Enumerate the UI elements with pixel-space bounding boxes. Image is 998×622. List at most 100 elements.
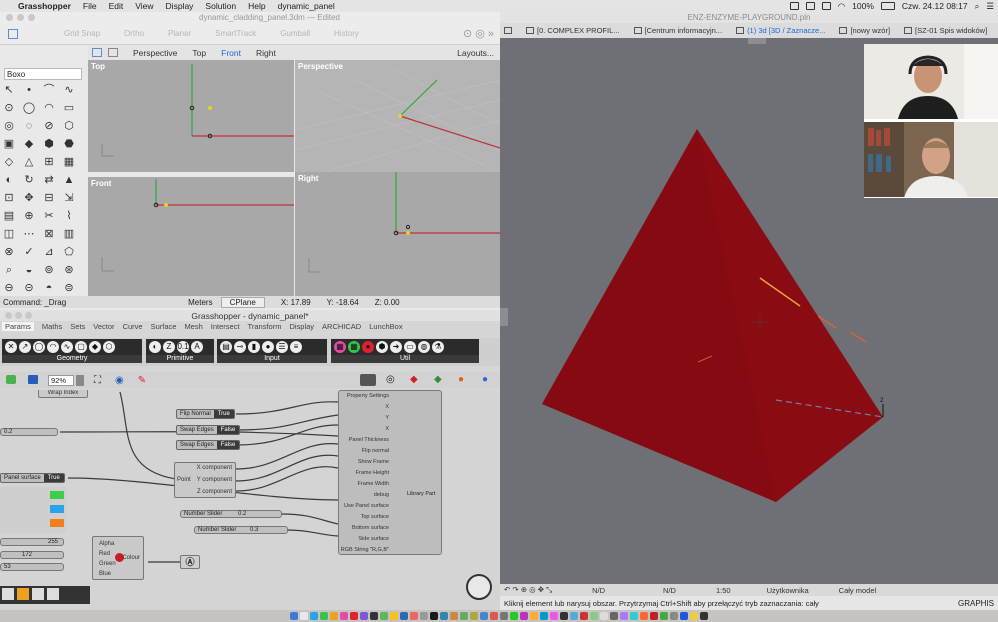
widget-icon-1[interactable] — [2, 588, 14, 600]
rhino-tool-icon-34[interactable]: ⋯ — [22, 228, 36, 240]
ortho-toggle[interactable]: Ortho — [124, 29, 144, 38]
menu-display[interactable]: Display — [166, 1, 194, 11]
nav-icons[interactable]: ↶ ↷ ⊕ ◎ ✥ ⤡ — [504, 585, 552, 595]
model-field[interactable]: Cały model — [839, 586, 877, 595]
toggle-flip-normal[interactable]: Flip Normal True — [176, 409, 235, 419]
rhino-tool-icon-7[interactable]: ◠ — [42, 102, 56, 114]
user-field[interactable]: Użytkownika — [767, 586, 809, 595]
rhino-tool-icon-29[interactable]: ▤ — [2, 210, 16, 222]
rhino-tool-icon-1[interactable]: ↖ — [2, 84, 16, 96]
colour-component[interactable]: Alpha Red Green Blue Colour — [92, 536, 144, 580]
wifi-icon[interactable]: ◠ — [838, 1, 845, 12]
component-input-15[interactable]: RGB String "R,G,B" — [341, 547, 389, 553]
menu-solution[interactable]: Solution — [205, 1, 236, 11]
wrap-component[interactable]: Wrap Index — [38, 390, 88, 398]
rhino-tool-icon-3[interactable]: ⌒ — [42, 84, 56, 96]
command-input[interactable]: Boxo — [4, 68, 82, 80]
units-label[interactable]: Meters — [188, 298, 212, 307]
sketch-icon[interactable]: ✎ — [138, 375, 146, 386]
dock-app-icon-24[interactable] — [520, 612, 528, 620]
library-part-output[interactable]: Library Part — [407, 491, 435, 497]
component-input-3[interactable]: Y — [385, 415, 389, 421]
dock-app-icon-6[interactable] — [340, 612, 348, 620]
component-input-14[interactable]: Side surface — [358, 536, 389, 542]
dock-app-icon-42[interactable] — [700, 612, 708, 620]
tab-sets[interactable]: Sets — [70, 322, 85, 331]
dock-app-icon-26[interactable] — [540, 612, 548, 620]
history-toggle[interactable]: History — [334, 29, 359, 38]
component-input-6[interactable]: Flip normal — [362, 448, 389, 454]
battery-icon[interactable] — [880, 2, 895, 10]
dock-app-icon-25[interactable] — [530, 612, 538, 620]
tab-top[interactable]: Top — [192, 48, 206, 58]
tab-centrum[interactable]: [Centrum informacyjn... — [633, 26, 722, 35]
dock-app-icon-27[interactable] — [550, 612, 558, 620]
rhino-tool-icon-20[interactable]: ▦ — [62, 156, 76, 168]
dock-app-icon-35[interactable] — [630, 612, 638, 620]
dock-app-icon-36[interactable] — [640, 612, 648, 620]
dock-app-icon-13[interactable] — [410, 612, 418, 620]
dock-app-icon-1[interactable] — [290, 612, 298, 620]
text-panel-icon[interactable]: Ⓐ — [180, 555, 200, 569]
gh-zoom-button[interactable] — [25, 312, 32, 319]
rhino-tool-icon-36[interactable]: ▥ — [62, 228, 76, 240]
navigation-wheel-icon[interactable] — [466, 574, 492, 600]
scroll-handle-left[interactable] — [500, 308, 508, 326]
shaded-preview-icon[interactable]: ◆ — [410, 374, 418, 385]
clock[interactable]: Czw. 24.12 08:17 — [902, 1, 968, 11]
dock-app-icon-12[interactable] — [400, 612, 408, 620]
minimize-window-button[interactable] — [17, 14, 24, 21]
panel-input-icon[interactable]: ▤ — [220, 341, 232, 353]
integer-param-icon[interactable]: Z — [163, 341, 175, 353]
component-input-10[interactable]: debug — [374, 492, 389, 498]
nd-field-1[interactable]: N/D — [592, 586, 605, 595]
rhino-tool-icon-21[interactable]: ◐ — [2, 174, 16, 186]
tab-archicad[interactable]: ARCHICAD — [322, 322, 361, 331]
slider-green[interactable]: 53 — [0, 563, 64, 571]
slider-input-icon[interactable]: ⊸ — [234, 341, 246, 353]
dock-app-icon-40[interactable] — [680, 612, 688, 620]
rhino-tool-icon-6[interactable]: ◯ — [22, 102, 36, 114]
rhino-tool-icon-46[interactable]: ⊝ — [22, 282, 36, 294]
rhino-tool-icon-25[interactable]: ⊡ — [2, 192, 16, 204]
dropbox-icon[interactable] — [789, 2, 799, 10]
rhino-tool-icon-39[interactable]: ⊿ — [42, 246, 56, 258]
dock-app-icon-5[interactable] — [330, 612, 338, 620]
dock-app-icon-28[interactable] — [560, 612, 568, 620]
rhino-tool-icon-8[interactable]: ▭ — [62, 102, 76, 114]
toggle-input-icon[interactable]: ▮ — [248, 341, 260, 353]
rhino-tool-icon-11[interactable]: ⊘ — [42, 120, 56, 132]
jump-icon[interactable]: ◍ — [418, 341, 430, 353]
rhino-tool-icon-28[interactable]: ⇲ — [62, 192, 76, 204]
video-call-panel[interactable] — [864, 44, 998, 198]
tab-intersect[interactable]: Intersect — [211, 322, 240, 331]
tab-maths[interactable]: Maths — [42, 322, 62, 331]
slider-alpha[interactable]: 255 — [0, 538, 64, 546]
dock-app-icon-32[interactable] — [600, 612, 608, 620]
rhino-tool-icon-16[interactable]: ⬣ — [62, 138, 76, 150]
text-param-icon[interactable]: A — [191, 341, 203, 353]
save-file-icon[interactable] — [28, 375, 38, 384]
dock-app-icon-38[interactable] — [660, 612, 668, 620]
number-slider-2[interactable]: Number Slider 0.3 — [194, 526, 288, 534]
toggle-swap-edges-1-value[interactable]: False — [216, 426, 240, 434]
tab-spis-widokow[interactable]: [SZ-01 Spis widoków] — [904, 26, 987, 35]
component-input-1[interactable]: Property Settings — [347, 393, 389, 399]
curve-param-icon[interactable]: ∿ — [61, 341, 73, 353]
menu-edit[interactable]: Edit — [109, 1, 124, 11]
tab-transform[interactable]: Transform — [248, 322, 282, 331]
dock-app-icon-22[interactable] — [500, 612, 508, 620]
slider-red[interactable]: 172 — [0, 551, 64, 559]
gh-canvas[interactable]: Wrap Index 0.2 Flip Normal True Swap Edge… — [0, 390, 500, 610]
dock-app-icon-23[interactable] — [510, 612, 518, 620]
dock-app-icon-10[interactable] — [380, 612, 388, 620]
green-swatch[interactable] — [50, 491, 64, 499]
planar-toggle[interactable]: Planar — [168, 29, 191, 38]
rhino-tool-icon-41[interactable]: ⌕ — [2, 264, 16, 276]
tab-display[interactable]: Display — [289, 322, 314, 331]
gh-minimize-button[interactable] — [15, 312, 22, 319]
rhino-tool-icon-15[interactable]: ⬢ — [42, 138, 56, 150]
tab-surface[interactable]: Surface — [151, 322, 177, 331]
component-input-8[interactable]: Frame Height — [356, 470, 389, 476]
zoom-dropdown-icon[interactable] — [76, 374, 84, 386]
